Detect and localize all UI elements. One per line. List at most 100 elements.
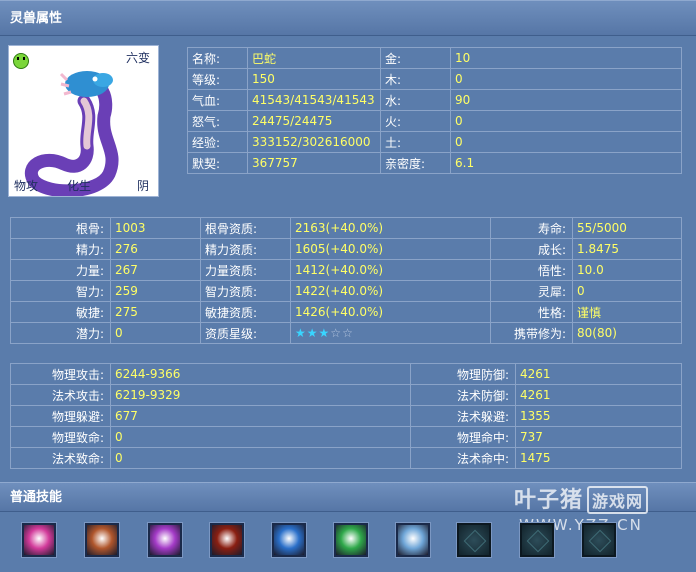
red-eye-skill-icon[interactable] [209, 522, 245, 558]
stat-value: 90 [450, 89, 682, 111]
attribute-label: 成长: [490, 238, 573, 260]
aptitude-label: 敏捷资质: [200, 301, 291, 323]
aptitude-label: 精力资质: [200, 238, 291, 260]
combat-value: 1355 [515, 405, 682, 427]
stat-label: 亲密度: [380, 152, 451, 174]
pink-orb-skill-icon[interactable] [21, 522, 57, 558]
watermark-name: 叶子猪 [513, 488, 583, 513]
empty-slot-icon[interactable] [456, 522, 492, 558]
element-label: 化生 [67, 179, 92, 193]
attribute-value: 267 [110, 259, 201, 281]
empty-slot-icon[interactable] [581, 522, 617, 558]
attribute-label: 潜力: [10, 322, 111, 344]
attribute-label: 寿命: [490, 217, 573, 239]
combat-label: 法术致命: [10, 447, 111, 469]
attack-type-label: 物攻 [14, 179, 39, 193]
combat-label: 物理防御: [410, 363, 516, 385]
stat-value: 6.1 [450, 152, 682, 174]
filled-star-icon: ★ [306, 326, 319, 340]
green-vortex-skill-icon[interactable] [333, 522, 369, 558]
stat-label: 默契: [187, 152, 248, 174]
combat-value: 1475 [515, 447, 682, 469]
table-row: 气血: 41543/41543/41543 水: 90 [187, 89, 682, 111]
attribute-label: 悟性: [490, 259, 573, 281]
table-row: 物理攻击: 6244-9366 物理防御: 4261 [10, 363, 682, 385]
combat-label: 物理致命: [10, 426, 111, 448]
table-row: 力量: 267 力量资质: 1412(+40.0%) 悟性: 10.0 [10, 259, 682, 281]
stat-value: 41543/41543/41543 [247, 89, 381, 111]
stat-label: 金: [380, 47, 451, 69]
aptitude-value: 1412(+40.0%) [290, 259, 491, 281]
attribute-value: 谨慎 [572, 301, 682, 323]
attribute-label: 携带修为: [490, 322, 573, 344]
attribute-label: 根骨: [10, 217, 111, 239]
table-row: 敏捷: 275 敏捷资质: 1426(+40.0%) 性格: 谨慎 [10, 301, 682, 323]
stat-label: 土: [380, 131, 451, 153]
attribute-value: 276 [110, 238, 201, 260]
combat-stats-table: 物理攻击: 6244-9366 物理防御: 4261 法术攻击: 6219-9329 法术防… [10, 363, 682, 469]
stat-value: 24475/24475 [247, 110, 381, 132]
attribute-label: 敏捷: [10, 301, 111, 323]
aptitude-value: 1422(+40.0%) [290, 280, 491, 302]
combat-value: 737 [515, 426, 682, 448]
empty-star-icon: ☆ [342, 326, 354, 340]
stat-label: 经验: [187, 131, 248, 153]
attribute-value: 259 [110, 280, 201, 302]
table-row: 等级: 150 木: 0 [187, 68, 682, 90]
purple-burst-skill-icon[interactable] [147, 522, 183, 558]
aptitude-label: 根骨资质: [200, 217, 291, 239]
stat-label: 气血: [187, 89, 248, 111]
aptitude-value: ★★★☆☆ [290, 322, 491, 344]
stat-value: 367757 [247, 152, 381, 174]
aptitude-label: 智力资质: [200, 280, 291, 302]
table-row: 物理躲避: 677 法术躲避: 1355 [10, 405, 682, 427]
star-rating: ★★★☆☆ [295, 326, 354, 340]
beast-claw-skill-icon[interactable] [84, 522, 120, 558]
combat-label: 物理命中: [410, 426, 516, 448]
table-row: 法术攻击: 6219-9329 法术防御: 4261 [10, 384, 682, 406]
attribute-label: 力量: [10, 259, 111, 281]
aptitude-value: 1605(+40.0%) [290, 238, 491, 260]
empty-star-icon: ☆ [330, 326, 343, 340]
table-row: 经验: 333152/302616000 土: 0 [187, 131, 682, 153]
combat-value: 6219-9329 [110, 384, 411, 406]
combat-value: 4261 [515, 384, 682, 406]
attribute-value: 10.0 [572, 259, 682, 281]
aptitude-label: 力量资质: [200, 259, 291, 281]
pet-portrait: 六变 物攻 化生 阴 [8, 45, 159, 197]
attribute-label: 智力: [10, 280, 111, 302]
table-row: 怒气: 24475/24475 火: 0 [187, 110, 682, 132]
attribute-value: 0 [572, 280, 682, 302]
stat-value: 10 [450, 47, 682, 69]
stat-value: 150 [247, 68, 381, 90]
table-row: 名称: 巴蛇 金: 10 [187, 47, 682, 69]
attribute-value: 1.8475 [572, 238, 682, 260]
stat-label: 名称: [187, 47, 248, 69]
attribute-table: 根骨: 1003 根骨资质: 2163(+40.0%) 寿命: 55/5000 精力: 276… [10, 217, 682, 344]
stat-label: 等级: [187, 68, 248, 90]
table-row: 精力: 276 精力资质: 1605(+40.0%) 成长: 1.8475 [10, 238, 682, 260]
table-row: 根骨: 1003 根骨资质: 2163(+40.0%) 寿命: 55/5000 [10, 217, 682, 239]
combat-label: 法术躲避: [410, 405, 516, 427]
combat-value: 4261 [515, 363, 682, 385]
table-row: 智力: 259 智力资质: 1422(+40.0%) 灵犀: 0 [10, 280, 682, 302]
attribute-value: 275 [110, 301, 201, 323]
attribute-value: 1003 [110, 217, 201, 239]
stat-label: 火: [380, 110, 451, 132]
table-row: 潜力: 0 资质星级: ★★★☆☆ 携带修为: 80(80) [10, 322, 682, 344]
aptitude-value: 1426(+40.0%) [290, 301, 491, 323]
table-row: 法术致命: 0 法术命中: 1475 [10, 447, 682, 469]
combat-label: 物理躲避: [10, 405, 111, 427]
attribute-value: 55/5000 [572, 217, 682, 239]
combat-value: 6244-9366 [110, 363, 411, 385]
empty-slot-icon[interactable] [519, 522, 555, 558]
stat-value: 巴蛇 [247, 47, 381, 69]
watermark-tag: 游戏网 [586, 486, 648, 514]
combat-label: 法术防御: [410, 384, 516, 406]
aptitude-value: 2163(+40.0%) [290, 217, 491, 239]
combat-label: 法术攻击: [10, 384, 111, 406]
polarity-label: 阴 [136, 179, 149, 193]
light-slash-skill-icon[interactable] [395, 522, 431, 558]
blue-rune-skill-icon[interactable] [271, 522, 307, 558]
stat-label: 水: [380, 89, 451, 111]
